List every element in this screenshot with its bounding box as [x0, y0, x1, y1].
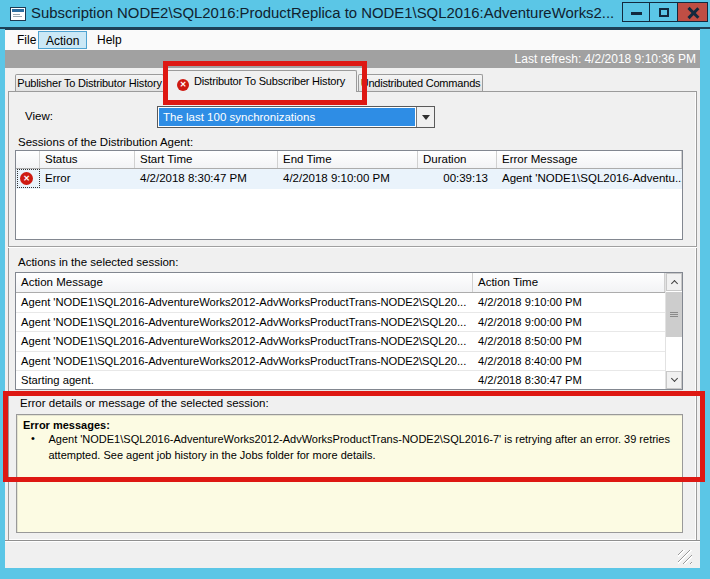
action-message: Agent 'NODE1\SQL2016-AdventureWorks2012-… — [16, 352, 473, 371]
column-error-message[interactable]: Error Message — [497, 151, 682, 168]
close-icon — [687, 7, 699, 19]
minimize-icon — [631, 12, 642, 15]
menu-help[interactable]: Help — [90, 31, 129, 49]
action-row[interactable]: Starting agent. 4/2/2018 8:30:47 PM — [16, 371, 682, 391]
scroll-down-icon[interactable] — [666, 371, 682, 389]
close-button[interactable] — [677, 2, 708, 22]
column-blank[interactable] — [16, 151, 40, 168]
sessions-header: Status Start Time End Time Duration Erro… — [16, 151, 682, 169]
window-icon — [10, 7, 26, 21]
error-message-text: Agent 'NODE1\SQL2016-AdventureWorks2012-… — [48, 432, 676, 463]
session-duration: 00:39:13 — [418, 169, 497, 189]
action-message: Agent 'NODE1\SQL2016-AdventureWorks2012-… — [16, 293, 473, 312]
actions-table: Action Message Action Time Agent 'NODE1\… — [15, 272, 683, 390]
scroll-thumb[interactable] — [666, 292, 682, 337]
column-action-time[interactable]: Action Time — [473, 273, 665, 292]
session-end-time: 4/2/2018 9:10:00 PM — [278, 169, 418, 189]
bullet: • — [23, 432, 48, 463]
actions-label: Actions in the selected session: — [18, 256, 178, 268]
tab-publisher-to-distributor-history[interactable]: Publisher To Distributor History — [15, 74, 164, 91]
session-row[interactable]: ✕ Error 4/2/2018 8:30:47 PM 4/2/2018 9:1… — [16, 169, 682, 189]
view-dropdown-value: The last 100 synchronizations — [159, 108, 415, 126]
bottom-divider — [5, 540, 700, 542]
session-error-message: Agent 'NODE1\SQL2016-Adventu... — [497, 169, 682, 189]
scroll-up-icon[interactable] — [666, 273, 682, 291]
column-start-time[interactable]: Start Time — [135, 151, 278, 168]
action-time: 4/2/2018 9:00:00 PM — [473, 313, 682, 332]
action-row[interactable]: Agent 'NODE1\SQL2016-AdventureWorks2012-… — [16, 332, 682, 352]
sessions-label: Sessions of the Distribution Agent: — [18, 136, 193, 148]
action-time: 4/2/2018 9:10:00 PM — [473, 293, 682, 312]
menu-bar: File Action Help — [5, 30, 700, 50]
action-row[interactable]: Agent 'NODE1\SQL2016-AdventureWorks2012-… — [16, 352, 682, 372]
error-details-label: Error details or message of the selected… — [20, 397, 269, 409]
action-row[interactable]: Agent 'NODE1\SQL2016-AdventureWorks2012-… — [16, 313, 682, 333]
action-message: Starting agent. — [16, 371, 473, 390]
resize-grip[interactable] — [678, 550, 692, 564]
action-time: 4/2/2018 8:40:00 PM — [473, 352, 682, 371]
column-status[interactable]: Status — [40, 151, 135, 168]
last-refresh-bar: Last refresh: 4/2/2018 9:10:36 PM — [5, 50, 700, 68]
action-message: Agent 'NODE1\SQL2016-AdventureWorks2012-… — [16, 313, 473, 332]
session-status-icon-cell: ✕ — [16, 169, 40, 189]
action-time: 4/2/2018 8:50:00 PM — [473, 332, 682, 351]
titlebar-separator — [0, 27, 710, 29]
action-time: 4/2/2018 8:30:47 PM — [473, 371, 682, 390]
actions-header: Action Message Action Time — [16, 273, 682, 293]
maximize-icon — [659, 8, 669, 17]
sessions-table: Status Start Time End Time Duration Erro… — [15, 150, 683, 240]
action-message: Agent 'NODE1\SQL2016-AdventureWorks2012-… — [16, 332, 473, 351]
error-messages-heading: Error messages: — [23, 419, 676, 431]
minimize-button[interactable] — [622, 2, 650, 22]
view-dropdown[interactable]: The last 100 synchronizations — [157, 106, 435, 128]
splitter[interactable] — [8, 246, 697, 248]
column-action-message[interactable]: Action Message — [16, 273, 473, 292]
menu-action[interactable]: Action — [38, 31, 87, 49]
error-details-box: Error messages: • Agent 'NODE1\SQL2016-A… — [16, 414, 683, 533]
tab-distributor-to-subscriber-history[interactable]: ✕Distributor To Subscriber History — [165, 70, 357, 92]
session-start-time: 4/2/2018 8:30:47 PM — [135, 169, 278, 189]
status-bar — [5, 543, 700, 568]
view-label: View: — [25, 110, 53, 122]
column-end-time[interactable]: End Time — [278, 151, 418, 168]
subscription-window: Subscription NODE2\SQL2016:ProductReplic… — [0, 0, 710, 579]
tab-undistributed-commands[interactable]: Undistributed Commands — [358, 74, 483, 91]
error-icon: ✕ — [177, 79, 189, 91]
action-row[interactable]: Agent 'NODE1\SQL2016-AdventureWorks2012-… — [16, 293, 682, 313]
session-status: Error — [40, 169, 135, 189]
vertical-scrollbar[interactable] — [665, 273, 682, 389]
dropdown-arrow-icon[interactable] — [416, 107, 434, 127]
maximize-button[interactable] — [649, 2, 678, 22]
column-duration[interactable]: Duration — [418, 151, 497, 168]
window-title: Subscription NODE2\SQL2016:ProductReplic… — [31, 5, 619, 21]
